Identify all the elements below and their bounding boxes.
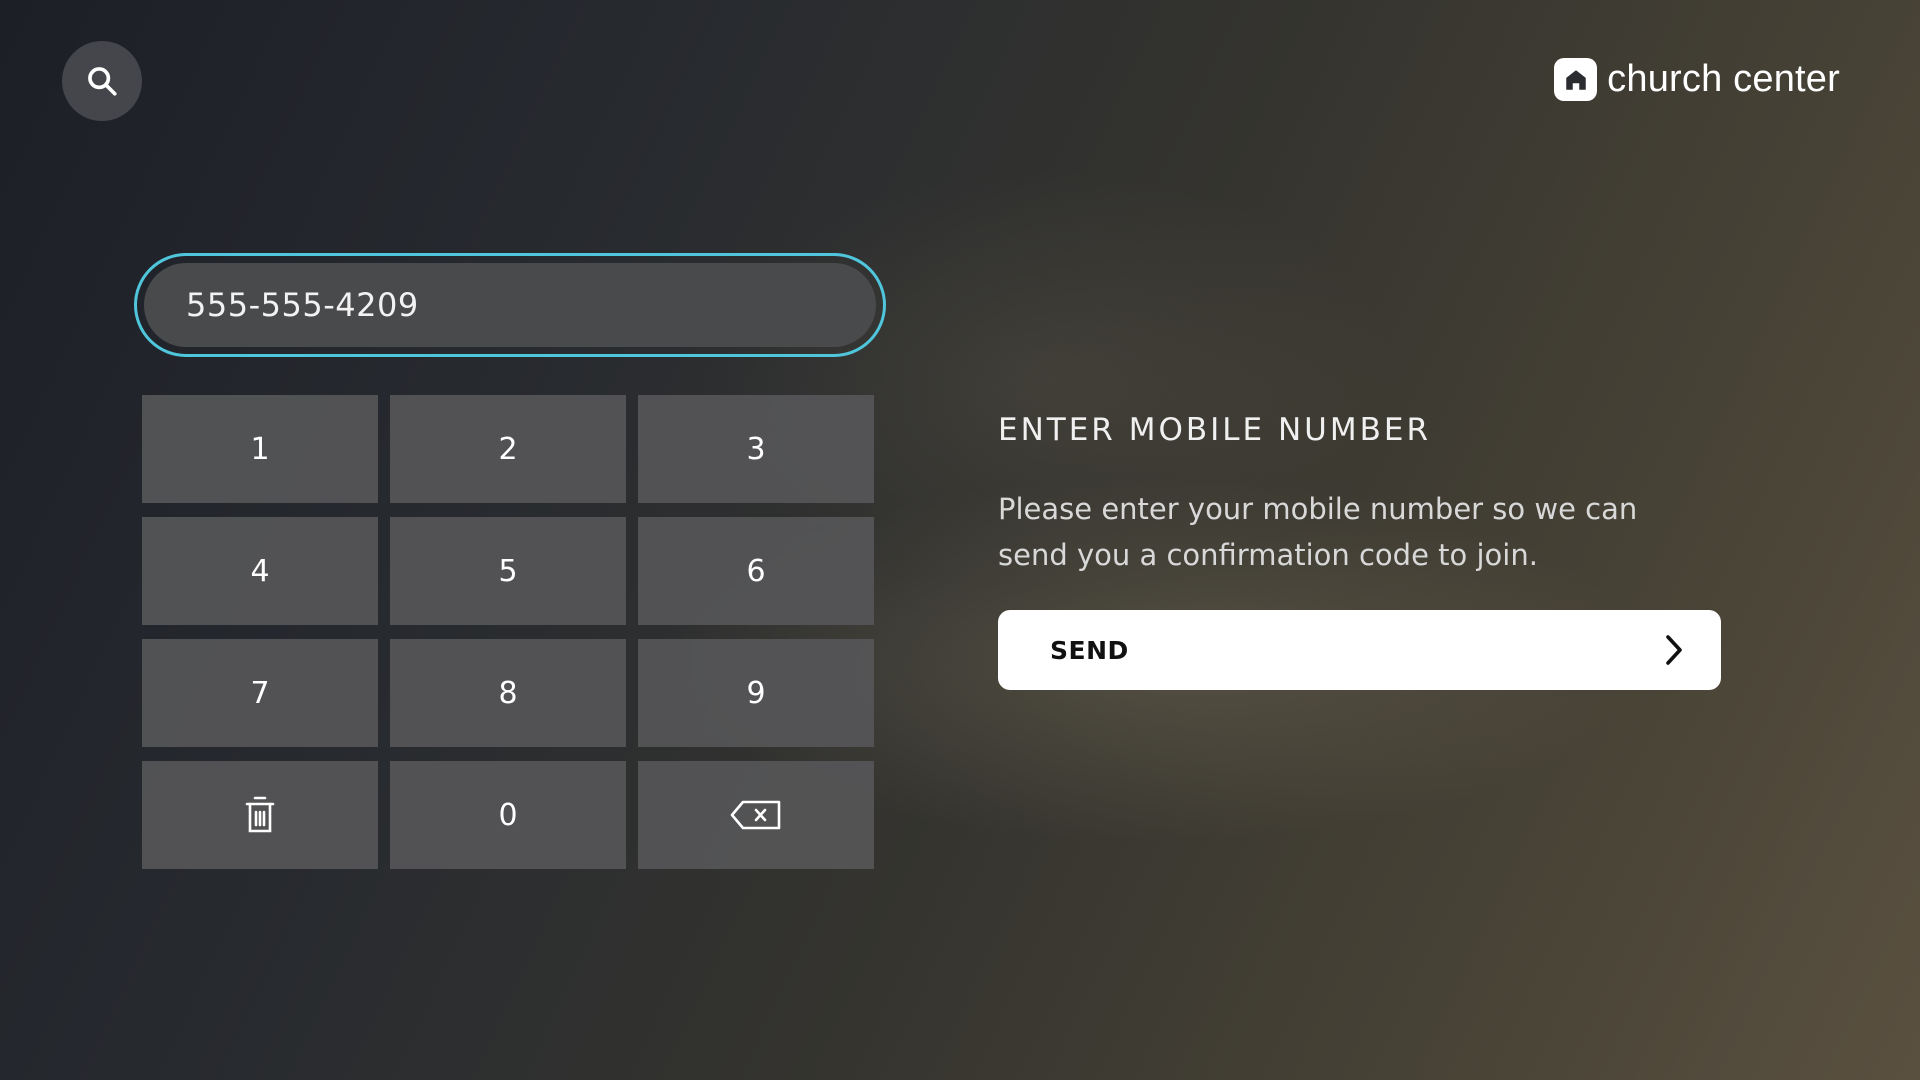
key-8[interactable]: 8 <box>390 639 626 747</box>
search-icon <box>88 67 117 96</box>
prompt-title: ENTER MOBILE NUMBER <box>998 412 1431 448</box>
key-1[interactable]: 1 <box>142 395 378 503</box>
phone-input-focus-ring[interactable]: 555-555-4209 <box>134 253 886 357</box>
chevron-right-icon <box>1666 635 1682 665</box>
numeric-keypad: 1 2 3 4 5 6 7 8 9 0 <box>142 395 874 869</box>
home-icon <box>1554 58 1598 101</box>
key-2[interactable]: 2 <box>390 395 626 503</box>
phone-number-value: 555-555-4209 <box>186 286 419 324</box>
backspace-icon <box>730 800 781 830</box>
send-button[interactable]: SEND <box>998 610 1721 690</box>
brand-logo: church center <box>1554 58 1840 101</box>
search-button[interactable] <box>62 41 142 121</box>
key-4[interactable]: 4 <box>142 517 378 625</box>
prompt-description: Please enter your mobile number so we ca… <box>998 492 1638 572</box>
brand-name: church center <box>1607 58 1840 100</box>
key-5[interactable]: 5 <box>390 517 626 625</box>
key-clear[interactable] <box>142 761 378 869</box>
key-0[interactable]: 0 <box>390 761 626 869</box>
trash-icon <box>245 796 275 833</box>
send-button-label: SEND <box>1050 635 1129 665</box>
key-7[interactable]: 7 <box>142 639 378 747</box>
key-3[interactable]: 3 <box>638 395 874 503</box>
key-9[interactable]: 9 <box>638 639 874 747</box>
key-6[interactable]: 6 <box>638 517 874 625</box>
phone-number-input[interactable]: 555-555-4209 <box>144 263 876 347</box>
key-backspace[interactable] <box>638 761 874 869</box>
